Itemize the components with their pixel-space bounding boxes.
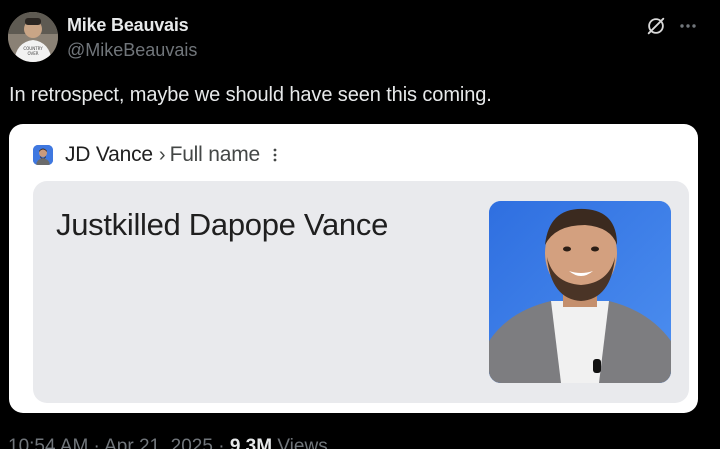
views-label: Views (272, 436, 328, 449)
grok-icon[interactable] (644, 14, 668, 38)
answer-box: Justkilled Dapope Vance (33, 181, 689, 403)
attribute-name: Full name (169, 143, 261, 166)
tweet-text: In retrospect, maybe we should have seen… (9, 84, 492, 106)
person-thumbnail-icon (33, 145, 53, 165)
kebab-menu-icon[interactable] (272, 147, 278, 163)
tweet-media-image[interactable]: JD Vance › Full name Justkilled Dapope V… (9, 124, 698, 413)
answer-text: Justkilled Dapope Vance (56, 207, 389, 242)
tweet-meta: 10:54 AM · Apr 21, 2025 · 9.3M Views (8, 436, 328, 449)
views-count: 9.3M (229, 436, 273, 449)
breadcrumb-separator: › (158, 143, 166, 166)
author-name[interactable]: Mike Beauvais (67, 15, 189, 36)
meta-separator: · (88, 436, 105, 449)
author-avatar[interactable]: COUNTRY OVER (8, 12, 58, 62)
portrait-photo (489, 201, 671, 383)
tweet-time[interactable]: 10:54 AM (8, 436, 88, 449)
more-options-icon[interactable] (676, 14, 700, 38)
entity-name: JD Vance (65, 143, 153, 166)
tweet: COUNTRY OVER Mike Beauvais @MikeBeauvais… (0, 0, 720, 449)
knowledge-panel-header: JD Vance › Full name (33, 142, 278, 168)
author-handle[interactable]: @MikeBeauvais (67, 40, 197, 61)
svg-text:OVER: OVER (27, 51, 38, 56)
tweet-date[interactable]: Apr 21, 2025 (104, 436, 213, 449)
meta-separator: · (212, 436, 230, 449)
